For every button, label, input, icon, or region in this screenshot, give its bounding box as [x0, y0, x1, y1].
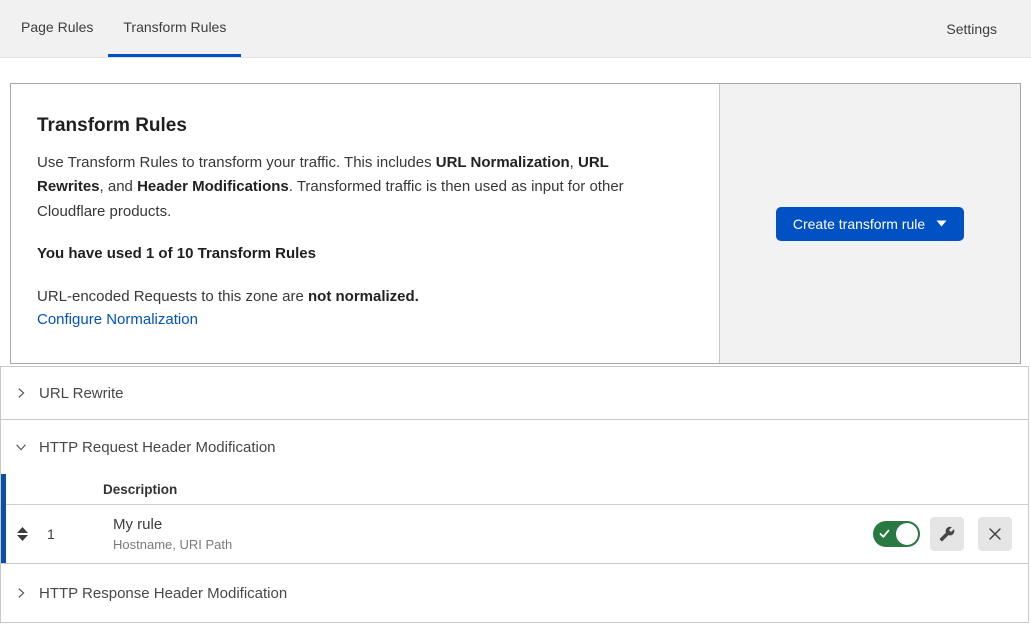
- rules-accordion: URL Rewrite HTTP Request Header Modifica…: [0, 366, 1029, 623]
- rule-name: My rule: [113, 516, 232, 533]
- caret-down-icon: [936, 220, 947, 227]
- rule-order-number: 1: [47, 526, 59, 542]
- delete-rule-button[interactable]: [978, 517, 1012, 551]
- wrench-icon: [939, 526, 955, 542]
- edit-rule-button[interactable]: [930, 517, 964, 551]
- sort-handle-icon[interactable]: [15, 526, 30, 542]
- summary-description: Use Transform Rules to transform your tr…: [37, 151, 679, 224]
- summary-card-content: Transform Rules Use Transform Rules to t…: [11, 84, 719, 363]
- rules-table-header: Description: [6, 474, 1028, 505]
- description-bold: URL Normalization: [436, 154, 570, 171]
- section-label: HTTP Request Header Modification: [39, 439, 276, 456]
- toggle-knob: [896, 523, 918, 545]
- usage-counter: You have used 1 of 10 Transform Rules: [37, 245, 679, 262]
- normalization-status: URL-encoded Requests to this zone are no…: [37, 288, 679, 305]
- description-bold: Header Modifications: [137, 178, 289, 195]
- tab-page-rules[interactable]: Page Rules: [6, 0, 108, 57]
- rule-name-cell: My rule Hostname, URI Path: [113, 516, 232, 552]
- create-button-label: Create transform rule: [793, 216, 925, 232]
- tab-label: Transform Rules: [123, 19, 226, 35]
- rule-controls: [873, 517, 1012, 551]
- create-transform-rule-button[interactable]: Create transform rule: [776, 207, 964, 241]
- transform-rules-summary-card: Transform Rules Use Transform Rules to t…: [10, 83, 1021, 364]
- summary-card-side-panel: Create transform rule: [719, 84, 1020, 363]
- description-text: Use Transform Rules to transform your tr…: [37, 154, 436, 171]
- rule-enabled-toggle[interactable]: [873, 521, 920, 547]
- chevron-right-icon: [14, 586, 28, 600]
- section-label: URL Rewrite: [39, 385, 123, 402]
- chevron-right-icon: [14, 386, 28, 400]
- check-icon: [879, 528, 890, 539]
- rule-fields: Hostname, URI Path: [113, 537, 232, 552]
- page-title: Transform Rules: [37, 115, 679, 137]
- tab-label: Page Rules: [21, 19, 93, 35]
- rule-row: 1 My rule Hostname, URI Path: [6, 505, 1028, 563]
- tab-bar: Page Rules Transform Rules Settings: [0, 0, 1031, 58]
- section-url-rewrite[interactable]: URL Rewrite: [1, 367, 1028, 420]
- description-text: , and: [100, 178, 138, 195]
- chevron-down-icon: [14, 440, 28, 454]
- normalization-bold: not normalized.: [308, 288, 419, 305]
- configure-normalization-link[interactable]: Configure Normalization: [37, 311, 198, 328]
- close-icon: [986, 525, 1004, 543]
- section-http-request-header-modification[interactable]: HTTP Request Header Modification: [1, 420, 1028, 474]
- normalization-text: URL-encoded Requests to this zone are: [37, 288, 308, 305]
- expanded-section-body: Description 1 My rule Hostname, URI Path: [1, 474, 1028, 563]
- column-header-description: Description: [103, 482, 177, 497]
- tab-label: Settings: [946, 21, 997, 37]
- tab-transform-rules[interactable]: Transform Rules: [108, 0, 241, 57]
- description-text: ,: [570, 154, 578, 171]
- tab-settings[interactable]: Settings: [932, 0, 1011, 57]
- section-label: HTTP Response Header Modification: [39, 585, 287, 602]
- section-http-response-header-modification[interactable]: HTTP Response Header Modification: [1, 563, 1028, 622]
